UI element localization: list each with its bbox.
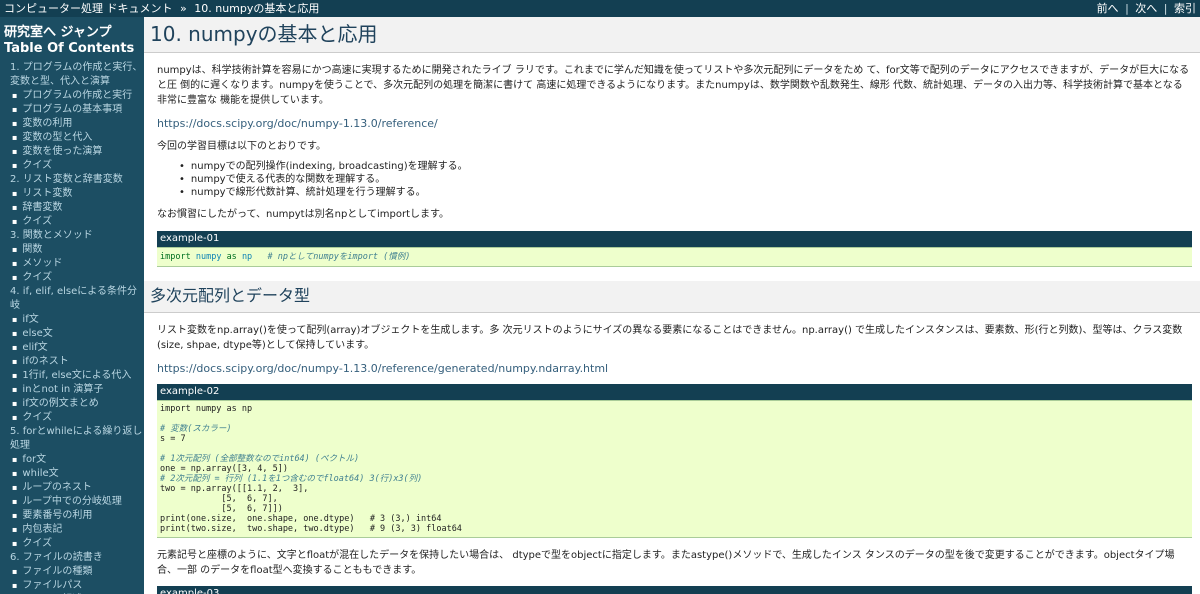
toc-item-link[interactable]: クイズ	[4, 159, 144, 173]
breadcrumb-separator: »	[180, 2, 187, 15]
section-paragraph: リスト変数をnp.array()を使って配列(array)オブジェクトを生成しま…	[157, 325, 1183, 351]
toc-section-link[interactable]: 2. リスト変数と辞書変数	[4, 173, 144, 187]
code-line: s = 7	[160, 434, 186, 444]
toc-item-link[interactable]: ファイルパス	[4, 579, 144, 593]
toc-item-link[interactable]: クイズ	[4, 215, 144, 229]
intro-paragraph: numpyは、科学技術計算を容易にかつ高速に実現するために開発されたライブ ラリ…	[157, 65, 1190, 106]
toc-section-link[interactable]: 6. ファイルの読書き	[4, 551, 144, 565]
prev-page-link[interactable]: 前へ	[1097, 2, 1119, 15]
top-navigation-bar: コンピューター処理 ドキュメント » 10. numpyの基本と応用 前へ | …	[0, 0, 1200, 17]
section-paragraph: 元素記号と座標のように、文字とfloatが混在したデータを保持したい場合は、 d…	[157, 550, 1175, 576]
toc-section-link[interactable]: 変数と型、代入と演算	[4, 75, 144, 89]
toc-item-link[interactable]: elif文	[4, 341, 144, 355]
toc-item-link[interactable]: ループ中での分岐処理	[4, 495, 144, 509]
sidebar-lab-jump-link[interactable]: 研究室へ ジャンプ	[0, 17, 144, 41]
toc-item-link[interactable]: 内包表記	[4, 523, 144, 537]
example-label: example-02	[157, 384, 1192, 400]
code-line: print(one.size, one.shape, one.dtype) # …	[160, 514, 442, 524]
nav-separator: |	[1125, 2, 1129, 15]
goals-intro: 今回の学習目標は以下のとおりです。	[157, 141, 326, 152]
code-line: [5, 6, 7]])	[160, 504, 283, 514]
toc-item-link[interactable]: ifのネスト	[4, 355, 144, 369]
toc-item-link[interactable]: inとnot in 演算子	[4, 383, 144, 397]
sidebar: 研究室へ ジャンプ Table Of Contents 1. プログラムの作成と…	[0, 17, 144, 594]
toc-item-link[interactable]: 変数を使った演算	[4, 145, 144, 159]
toc-item-link[interactable]: クイズ	[4, 271, 144, 285]
code-line: # 変数(スカラー)	[160, 424, 232, 434]
toc-section-link[interactable]: 5. forとwhileによる繰り返し	[4, 425, 144, 439]
code-line: one = np.array([3, 4, 5])	[160, 464, 288, 474]
breadcrumb-docs-home-link[interactable]: コンピューター処理 ドキュメント	[4, 2, 173, 15]
toc-item-link[interactable]: while文	[4, 467, 144, 481]
toc-item-link[interactable]: クイズ	[4, 537, 144, 551]
table-of-contents: 1. プログラムの作成と実行、変数と型、代入と演算プログラムの作成と実行プログラ…	[0, 61, 144, 594]
section-heading-multidim-arrays: 多次元配列とデータ型	[144, 281, 1200, 313]
nav-separator: |	[1163, 2, 1168, 15]
toc-item-link[interactable]: 変数の型と代入	[4, 131, 144, 145]
content-body: リスト変数をnp.array()を使って配列(array)オブジェクトを生成しま…	[144, 323, 1200, 594]
code-line: two = np.array([[1.1, 2, 3],	[160, 484, 309, 494]
toc-section-link[interactable]: 3. 関数とメソッド	[4, 229, 144, 243]
toc-item-link[interactable]: ファイルの種類	[4, 565, 144, 579]
example-label: example-01	[157, 231, 1192, 247]
toc-item-link[interactable]: プログラムの基本事項	[4, 103, 144, 117]
main-content: 10. numpyの基本と応用 numpyは、科学技術計算を容易にかつ高速に実現…	[144, 17, 1200, 594]
index-link[interactable]: 索引	[1174, 2, 1196, 15]
code-line: import numpy as np	[160, 404, 253, 414]
toc-item-link[interactable]: 要素番号の利用	[4, 509, 144, 523]
toc-item-link[interactable]: 変数の利用	[4, 117, 144, 131]
toc-item-link[interactable]: 関数	[4, 243, 144, 257]
toc-item-link[interactable]: if文の例文まとめ	[4, 397, 144, 411]
toc-item-link[interactable]: else文	[4, 327, 144, 341]
goals-list: numpyでの配列操作(indexing, broadcasting)を理解する…	[157, 160, 1192, 199]
toc-item-link[interactable]: ループのネスト	[4, 481, 144, 495]
list-item: numpyで線形代数計算、統計処理を行う理解する。	[179, 186, 1192, 199]
example-label: example-03	[157, 586, 1192, 594]
code-block: import numpy as np # 変数(スカラー) s = 7 # 1次元配列…	[157, 400, 1192, 538]
page-title: 10. numpyの基本と応用	[144, 17, 1200, 53]
ndarray-reference-link[interactable]: https://docs.scipy.org/doc/numpy-1.13.0/…	[157, 362, 608, 375]
code-line: print(two.size, two.shape, two.dtype) # …	[160, 524, 462, 534]
code-line: [5, 6, 7],	[160, 494, 278, 504]
example-02-block: example-02 import numpy as np # 変数(スカラー) s…	[157, 384, 1192, 538]
example-01-block: example-01 import numpy as np # npとしてnum…	[157, 231, 1192, 267]
code-block: import numpy as np # npとしてnumpyをimport (…	[157, 247, 1192, 267]
page-nav-links: 前へ | 次へ | 索引	[1097, 0, 1196, 17]
toc-item-link[interactable]: for文	[4, 453, 144, 467]
toc-heading: Table Of Contents	[4, 41, 135, 56]
toc-item-link[interactable]: メソッド	[4, 257, 144, 271]
breadcrumb: コンピューター処理 ドキュメント » 10. numpyの基本と応用	[4, 0, 319, 17]
toc-item-link[interactable]: プログラムの作成と実行	[4, 89, 144, 103]
numpy-reference-link[interactable]: https://docs.scipy.org/doc/numpy-1.13.0/…	[157, 117, 438, 130]
code-line: # 1次元配列 (全部整数なのでint64) (ベクトル)	[160, 454, 360, 464]
next-page-link[interactable]: 次へ	[1135, 2, 1157, 15]
toc-section-link[interactable]: 4. if, elif, elseによる条件分岐	[4, 285, 144, 313]
toc-item-link[interactable]: クイズ	[4, 411, 144, 425]
toc-item-link[interactable]: 辞書変数	[4, 201, 144, 215]
toc-section-link[interactable]: 1. プログラムの作成と実行、	[4, 61, 144, 75]
example-03-block: example-03	[157, 586, 1192, 594]
toc-section-link[interactable]: 処理	[4, 439, 144, 453]
toc-item-link[interactable]: リスト変数	[4, 187, 144, 201]
toc-item-link[interactable]: if文	[4, 313, 144, 327]
list-item: numpyで使える代表的な関数を理解する。	[179, 173, 1192, 186]
breadcrumb-current-page: 10. numpyの基本と応用	[194, 2, 320, 15]
content-body: numpyは、科学技術計算を容易にかつ高速に実現するために開発されたライブ ラリ…	[144, 63, 1200, 267]
list-item: numpyでの配列操作(indexing, broadcasting)を理解する…	[179, 160, 1192, 173]
toc-item-link[interactable]: 1行if, else文による代入	[4, 369, 144, 383]
code-line: # 2次元配列 = 行列 (1.1を1つ含むのでfloat64) 3(行)x3(…	[160, 474, 423, 484]
code-line: import numpy as np # npとしてnumpyをimport (…	[160, 252, 411, 262]
import-note: なお慣習にしたがって、numpytは別名npとしてimportします。	[157, 209, 450, 220]
